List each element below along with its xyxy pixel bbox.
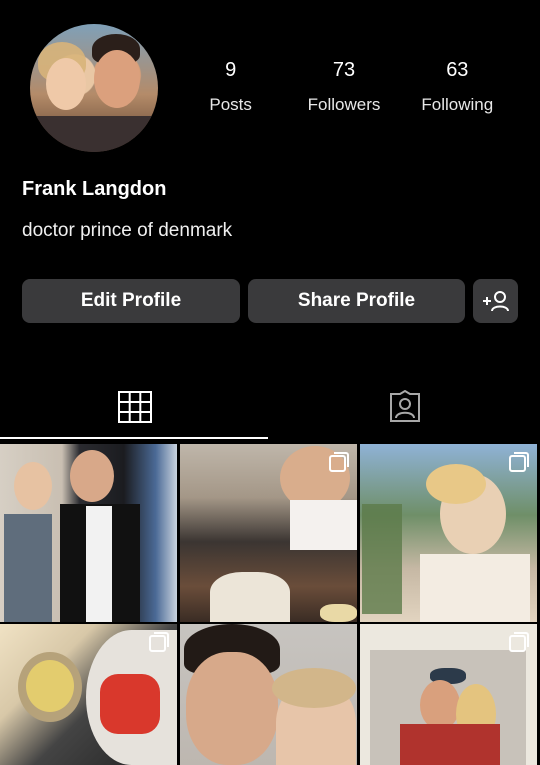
photo-detail: [70, 450, 114, 502]
discover-people-button[interactable]: [473, 279, 518, 323]
photo-detail: [86, 506, 112, 622]
post-thumbnail[interactable]: [360, 444, 537, 622]
avatar-detail: [30, 116, 158, 152]
stat-following-label: Following: [421, 95, 494, 114]
photo-detail: [26, 660, 74, 712]
avatar-detail: [46, 58, 86, 110]
multiple-posts-icon: [509, 632, 529, 652]
post-thumbnail[interactable]: [0, 624, 177, 765]
photo-detail: [14, 462, 52, 510]
profile-bio: doctor prince of denmark: [22, 220, 233, 241]
photo-detail: [272, 668, 356, 708]
photo-detail: [210, 572, 290, 622]
active-tab-indicator: [0, 437, 268, 439]
stat-posts[interactable]: 9 Posts: [174, 58, 287, 128]
photo-detail: [186, 652, 278, 765]
post-thumbnail[interactable]: [360, 624, 537, 765]
photo-detail: [100, 674, 160, 734]
multiple-posts-icon: [329, 452, 349, 472]
edit-profile-button[interactable]: Edit Profile: [22, 279, 240, 323]
stat-following[interactable]: 63 Following: [401, 58, 514, 128]
profile-avatar[interactable]: [30, 24, 158, 152]
post-thumbnail[interactable]: [180, 444, 357, 622]
multiple-posts-icon: [509, 452, 529, 472]
photo-detail: [362, 504, 402, 614]
post-thumbnail[interactable]: [180, 624, 357, 765]
photo-detail: [4, 514, 52, 622]
photo-detail: [420, 680, 460, 730]
grid-icon: [118, 391, 152, 423]
profile-tabs: [0, 375, 540, 439]
avatar-detail: [94, 50, 140, 108]
photo-detail: [426, 464, 486, 504]
profile-stats: 9 Posts 73 Followers 63 Following: [174, 58, 514, 128]
stat-posts-label: Posts: [209, 95, 252, 114]
tab-posts-grid[interactable]: [0, 375, 270, 439]
tagged-person-icon: [390, 390, 420, 422]
photo-detail: [320, 604, 357, 622]
post-thumbnail[interactable]: [0, 444, 177, 622]
tab-tagged[interactable]: [270, 375, 540, 439]
stat-followers-count: 73: [332, 59, 356, 81]
share-profile-button[interactable]: Share Profile: [248, 279, 465, 323]
stat-followers-label: Followers: [307, 95, 381, 114]
profile-name: Frank Langdon: [22, 178, 167, 200]
add-person-icon: [482, 291, 509, 312]
stat-posts-count: 9: [225, 59, 237, 81]
multiple-posts-icon: [149, 632, 169, 652]
posts-grid: [0, 444, 540, 765]
photo-detail: [420, 554, 530, 622]
photo-detail: [290, 500, 357, 550]
stat-following-count: 63: [446, 59, 469, 81]
stat-followers[interactable]: 73 Followers: [287, 58, 400, 128]
photo-detail: [400, 724, 500, 765]
